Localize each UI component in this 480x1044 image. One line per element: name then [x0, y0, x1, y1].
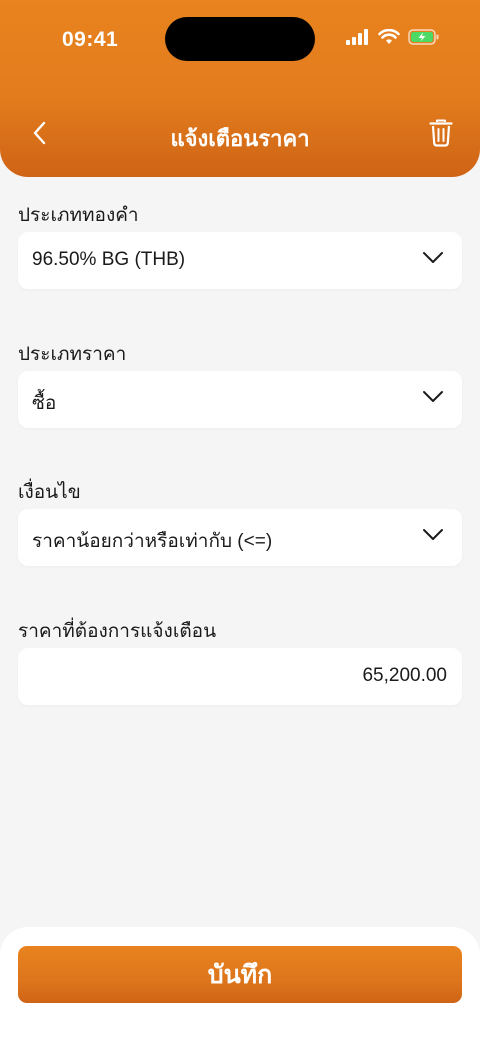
bottom-action-bar: บันทึก: [0, 927, 480, 1044]
page-title: แจ้งเตือนราคา: [170, 126, 310, 151]
status-bar: 09:41: [0, 0, 480, 78]
price-type-select[interactable]: ซื้อ: [18, 371, 462, 428]
condition-label: เงื่อนไข: [18, 482, 81, 503]
condition-select[interactable]: ราคาน้อยกว่าหรือเท่ากับ (<=): [18, 509, 462, 566]
status-time: 09:41: [62, 28, 119, 51]
wifi-icon: [378, 28, 400, 50]
gold-type-value: 96.50% BG (THB): [32, 249, 186, 270]
chevron-down-icon: [422, 528, 444, 547]
save-button[interactable]: บันทึก: [18, 946, 462, 1003]
gold-type-select[interactable]: 96.50% BG (THB): [18, 232, 462, 289]
dynamic-island: [165, 17, 315, 61]
chevron-down-icon: [422, 251, 444, 270]
target-price-label: ราคาที่ต้องการแจ้งเตือน: [18, 621, 217, 642]
price-type-label: ประเภทราคา: [18, 344, 127, 365]
trash-icon: [429, 119, 453, 152]
nav-bar: แจ้งเตือนราคา: [0, 110, 480, 160]
signal-icon: [346, 29, 370, 50]
condition-value: ราคาน้อยกว่าหรือเท่ากับ (<=): [32, 531, 273, 552]
target-price-input[interactable]: 65,200.00: [18, 648, 462, 705]
gold-type-label: ประเภททองคำ: [18, 205, 139, 226]
delete-button[interactable]: [426, 118, 456, 152]
price-type-value: ซื้อ: [32, 393, 57, 414]
chevron-down-icon: [422, 390, 444, 409]
battery-charging-icon: [408, 29, 440, 50]
target-price-value[interactable]: 65,200.00: [362, 665, 447, 687]
status-icons: [346, 28, 440, 50]
app-header: 09:41 แจ้งเตือนราคา: [0, 0, 480, 177]
